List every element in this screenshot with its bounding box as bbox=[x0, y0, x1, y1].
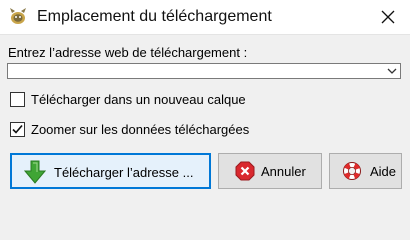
help-button[interactable]: Aide bbox=[329, 153, 402, 189]
new-layer-checkbox[interactable] bbox=[10, 92, 25, 107]
download-button[interactable]: Télécharger l’adresse ... bbox=[10, 153, 211, 189]
url-input[interactable] bbox=[10, 64, 380, 78]
chevron-down-icon[interactable] bbox=[387, 67, 397, 75]
lifebuoy-icon bbox=[343, 162, 361, 180]
cancel-icon bbox=[235, 161, 255, 181]
close-button[interactable] bbox=[366, 0, 410, 34]
title-bar: Emplacement du téléchargement bbox=[0, 0, 410, 35]
url-combobox[interactable] bbox=[7, 63, 401, 79]
checkmark-icon bbox=[12, 124, 23, 134]
cancel-button-label: Annuler bbox=[261, 164, 306, 179]
url-field-label: Entrez l’adresse web de téléchargement : bbox=[8, 45, 248, 60]
window-title: Emplacement du téléchargement bbox=[37, 8, 272, 25]
gimp-app-icon bbox=[9, 7, 27, 25]
zoom-data-checkbox[interactable] bbox=[10, 122, 25, 137]
new-layer-label: Télécharger dans un nouveau calque bbox=[31, 92, 246, 107]
download-arrow-icon bbox=[24, 160, 46, 184]
cancel-button[interactable]: Annuler bbox=[218, 153, 322, 189]
zoom-data-label: Zoomer sur les données téléchargées bbox=[31, 122, 250, 137]
download-button-label: Télécharger l’adresse ... bbox=[54, 165, 194, 180]
help-button-label: Aide bbox=[370, 164, 397, 179]
close-icon bbox=[381, 10, 395, 24]
